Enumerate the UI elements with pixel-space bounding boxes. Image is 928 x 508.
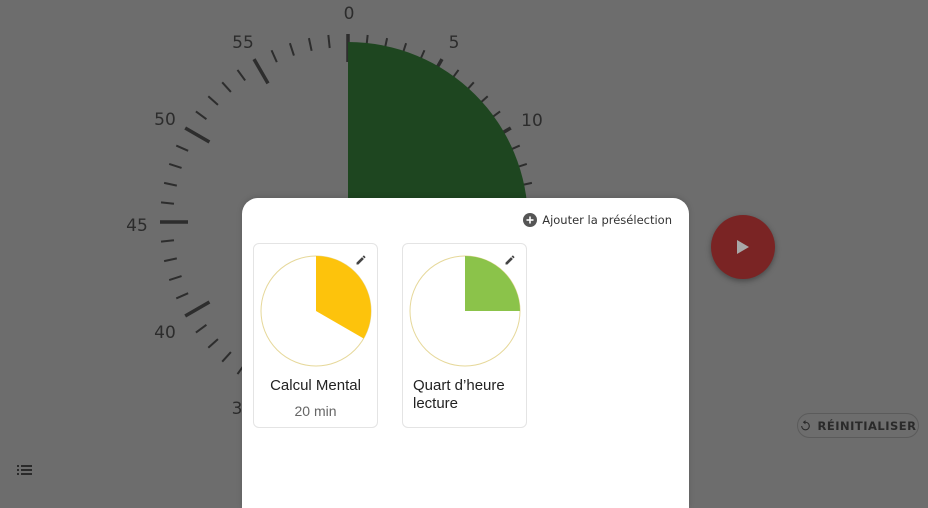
reset-icon xyxy=(801,420,811,431)
preset-title: Quart d’heure lecture xyxy=(413,377,505,412)
plus-circle-icon xyxy=(523,213,538,227)
play-button[interactable] xyxy=(711,215,775,279)
clock-tick xyxy=(270,49,278,63)
presets-sheet: Ajouter la présélection Calcul Mental 20… xyxy=(242,198,689,508)
clock-tick xyxy=(175,292,189,300)
clock-tick xyxy=(221,351,232,363)
list-icon[interactable] xyxy=(17,464,32,476)
pencil-icon[interactable] xyxy=(355,254,367,266)
preset-card-calcul-mental[interactable]: Calcul Mental 20 min xyxy=(253,243,378,428)
clock-tick xyxy=(160,201,175,205)
clock-tick xyxy=(175,144,189,152)
reset-label: RÉINITIALISER xyxy=(817,418,917,433)
preset-card-quart-heure-lecture[interactable]: Quart d’heure lecture xyxy=(402,243,527,428)
add-preset-button[interactable]: Ajouter la présélection xyxy=(523,213,672,227)
elapsed-time-sector xyxy=(348,42,528,222)
preset-title: Calcul Mental xyxy=(270,377,361,394)
clock-tick xyxy=(327,34,331,49)
preset-duration: 20 min xyxy=(294,403,337,419)
clock-tick xyxy=(163,181,178,187)
clock-tick xyxy=(236,69,246,82)
clock-tick xyxy=(288,42,295,56)
clock-tick xyxy=(163,257,178,263)
clock-tick xyxy=(221,81,232,93)
clock-tick xyxy=(195,110,208,120)
clock-number-0: 0 xyxy=(344,4,355,24)
clock-number-35: 3 xyxy=(232,399,243,419)
reset-button[interactable]: RÉINITIALISER xyxy=(797,413,919,438)
play-icon xyxy=(737,240,749,254)
pencil-icon[interactable] xyxy=(504,254,516,266)
clock-tick xyxy=(207,95,219,106)
clock-number-10: 10 xyxy=(521,111,543,131)
clock-tick xyxy=(207,338,219,349)
clock-tick xyxy=(184,126,211,144)
clock-number-40: 40 xyxy=(154,323,176,343)
clock-number-45: 45 xyxy=(126,216,148,236)
clock-tick xyxy=(168,162,182,169)
clock-tick xyxy=(160,239,175,243)
clock-tick xyxy=(168,275,182,282)
clock-number-55: 55 xyxy=(232,33,254,53)
clock-number-50: 50 xyxy=(154,110,176,130)
clock-tick xyxy=(252,58,270,85)
clock-tick xyxy=(195,324,208,334)
clock-tick xyxy=(307,37,313,52)
clock-number-5: 5 xyxy=(449,33,460,53)
add-preset-label: Ajouter la présélection xyxy=(542,213,672,227)
clock-tick xyxy=(184,300,211,318)
